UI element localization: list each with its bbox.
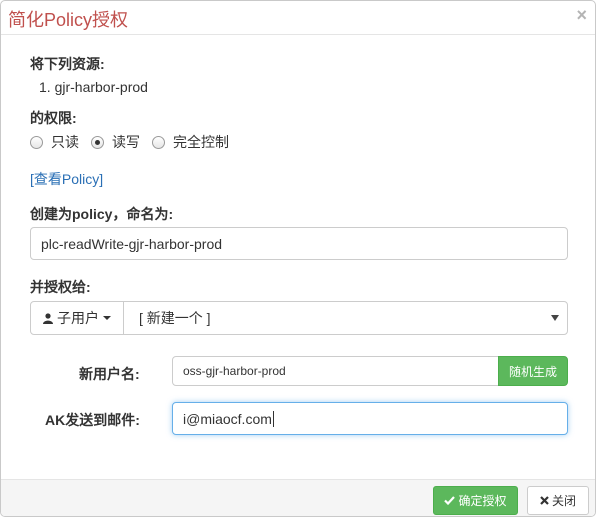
radio-label: 只读 [51, 134, 79, 150]
ak-email-input[interactable]: i@miaocf.com [172, 402, 568, 435]
radio-readwrite[interactable]: 读写 [91, 134, 140, 150]
select-arrow-icon [551, 315, 559, 321]
radio-label: 完全控制 [173, 134, 229, 150]
policy-name-input[interactable]: plc-readWrite-gjr-harbor-prod [30, 227, 568, 260]
user-type-label: 子用户 [57, 310, 99, 326]
close-label: 关闭 [551, 494, 576, 508]
policy-name-label: 创建为policy，命名为: [30, 206, 174, 222]
view-policy-link[interactable]: [查看Policy] [30, 169, 103, 189]
permissions-label: 的权限: [30, 110, 77, 126]
user-icon [43, 312, 53, 324]
radio-circle[interactable] [30, 135, 43, 149]
caret-down-icon [103, 316, 111, 320]
check-icon [444, 496, 456, 505]
radio-circle[interactable] [152, 135, 165, 149]
radio-label: 读写 [112, 134, 140, 150]
close-icon[interactable]: × [576, 5, 587, 26]
resource-item: 1. gjr-harbor-prod [39, 79, 148, 95]
resources-label: 将下列资源: [30, 56, 105, 72]
dialog-header: 简化Policy授权 × [1, 1, 595, 35]
user-select[interactable]: [ 新建一个 ] [123, 301, 568, 335]
new-user-input[interactable]: oss-gjr-harbor-prod [172, 356, 500, 386]
confirm-label: 确定授权 [458, 494, 507, 508]
radio-circle-checked[interactable] [91, 135, 104, 149]
grant-to-label: 并授权给: [30, 279, 91, 295]
confirm-auth-button[interactable]: 确定授权 [433, 486, 518, 515]
radio-readonly[interactable]: 只读 [30, 134, 79, 150]
ak-email-label: AK发送到邮件: [45, 412, 140, 428]
new-user-value: oss-gjr-harbor-prod [183, 364, 286, 378]
radio-fullcontrol[interactable]: 完全控制 [152, 134, 229, 150]
text-cursor [272, 410, 274, 427]
close-button[interactable]: 关闭 [527, 486, 589, 515]
policy-name-value: plc-readWrite-gjr-harbor-prod [41, 235, 223, 252]
random-generate-button[interactable]: 随机生成 [498, 356, 568, 386]
new-user-label: 新用户名: [79, 366, 140, 382]
user-select-value: [ 新建一个 ] [139, 310, 211, 326]
ak-email-value: i@miaocf.com [183, 410, 272, 427]
dialog-title: 简化Policy授权 [8, 10, 129, 30]
times-icon [540, 496, 549, 505]
policy-auth-dialog: 简化Policy授权 × 将下列资源: 1. gjr-harbor-prod 的… [0, 0, 596, 517]
user-type-dropdown-button[interactable]: 子用户 [30, 301, 124, 335]
